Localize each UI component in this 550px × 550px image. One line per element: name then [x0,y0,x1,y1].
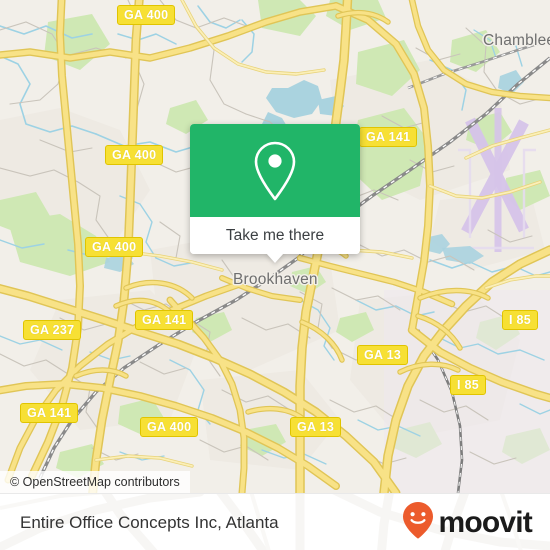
road-shield-ga141-southwest[interactable]: GA 141 [20,403,79,423]
moovit-map-screenshot: Brookhaven Chamblee GA 400 GA 400 GA 400… [0,0,550,550]
road-shield-ga400-mid[interactable]: GA 400 [105,145,164,165]
road-shield-ga13-south[interactable]: GA 13 [290,417,342,437]
road-shield-i85-south[interactable]: I 85 [450,375,487,395]
road-shield-ga400-north[interactable]: GA 400 [117,5,176,25]
popup-card-pointer [266,253,284,263]
popup-card-header [190,124,360,217]
road-shield-ga400-west[interactable]: GA 400 [85,237,144,257]
moovit-wordmark: moovit [438,505,532,539]
bottom-info-bar: Entire Office Concepts Inc, Atlanta moov… [0,493,550,550]
road-shield-ga13-north[interactable]: GA 13 [357,345,409,365]
road-shield-ga400-south[interactable]: GA 400 [140,417,199,437]
road-shield-ga237[interactable]: GA 237 [23,320,82,340]
moovit-brand[interactable]: moovit [402,494,533,550]
road-shield-ga141-center[interactable]: GA 141 [135,310,194,330]
road-shield-i85-east[interactable]: I 85 [502,310,539,330]
moovit-pin-smile-icon [402,501,434,544]
map-pin-icon [250,139,300,203]
place-title: Entire Office Concepts Inc, Atlanta [20,513,279,532]
road-shield-ga141-north[interactable]: GA 141 [359,127,418,147]
osm-attribution[interactable]: © OpenStreetMap contributors [0,471,190,493]
take-me-there-button[interactable]: Take me there [190,217,360,254]
map-canvas[interactable]: Brookhaven Chamblee GA 400 GA 400 GA 400… [0,0,550,493]
location-popup-card[interactable]: Take me there [190,124,360,263]
